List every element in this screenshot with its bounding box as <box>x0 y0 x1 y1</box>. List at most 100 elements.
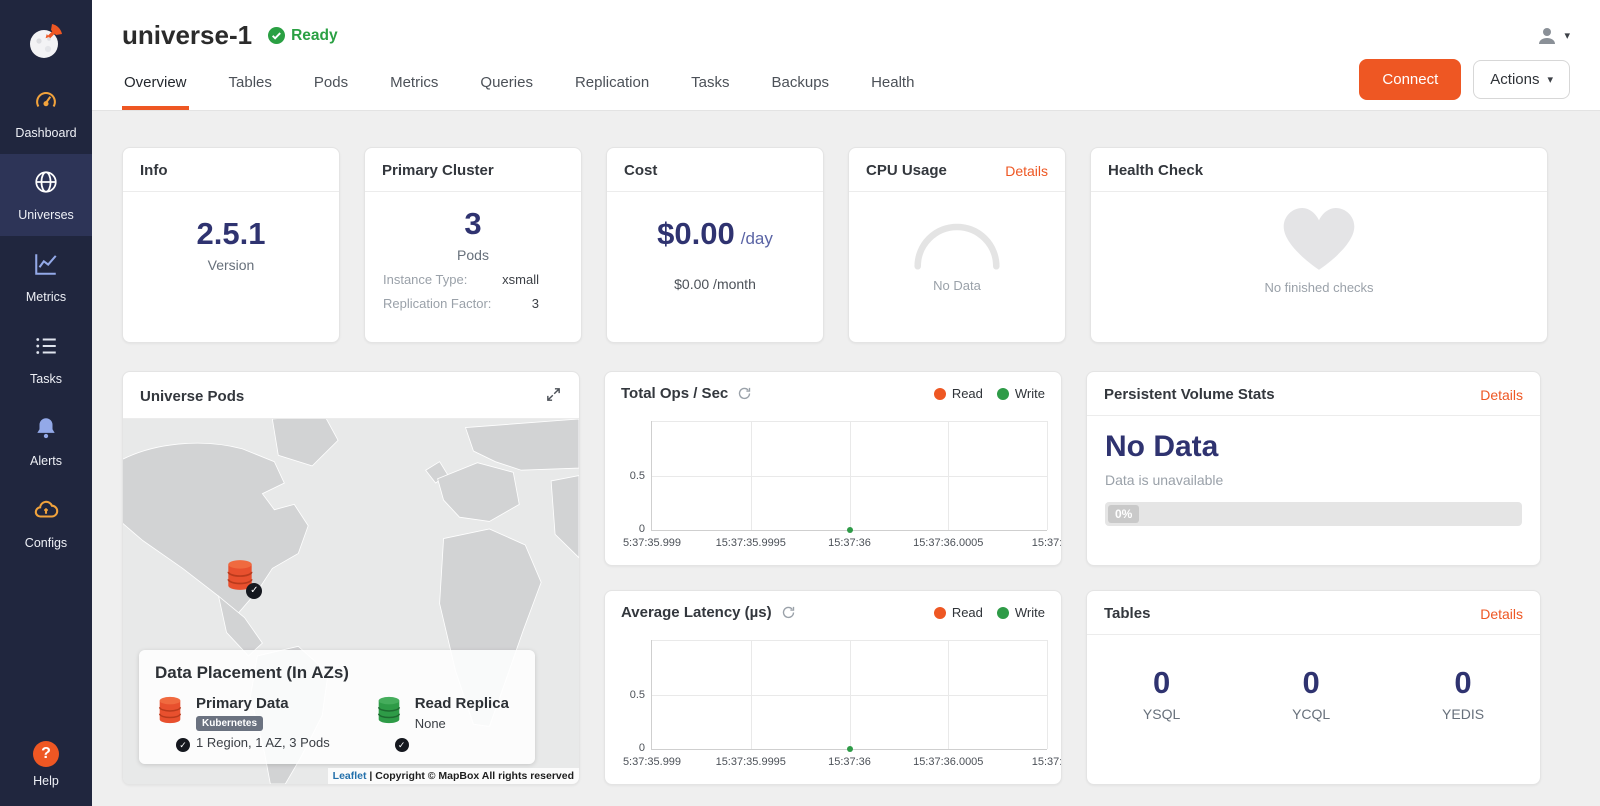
card-title: CPU Usage <box>866 162 947 179</box>
sidebar-item-configs[interactable]: Configs <box>0 482 92 564</box>
card-title: Tables <box>1104 605 1150 622</box>
legend-write: Write <box>997 386 1045 401</box>
primary-cluster-header: Primary Cluster <box>365 148 581 192</box>
gauge-icon <box>33 87 59 118</box>
world-map[interactable]: ✓ Data Placement (In AZs) <box>123 419 579 784</box>
sidebar-item-universes[interactable]: Universes <box>0 154 92 236</box>
pv-details-link[interactable]: Details <box>1480 387 1523 403</box>
tab-bar: Overview Tables Pods Metrics Queries Rep… <box>122 59 916 110</box>
x-tick: 15:37:36.0005 <box>913 537 983 549</box>
health-check-header: Health Check <box>1091 148 1547 192</box>
x-tick: 15:37:36 <box>828 756 871 768</box>
content: Info 2.5.1 Version Primary Cluster 3 Pod… <box>92 111 1600 806</box>
sidebar-item-help[interactable]: ? Help <box>0 727 92 806</box>
yedis-count: 0 <box>1454 665 1471 701</box>
data-placement-title: Data Placement (In AZs) <box>155 663 519 683</box>
card-title: Info <box>140 162 168 179</box>
write-data-point <box>847 527 853 533</box>
replication-factor-row: Replication Factor: 3 <box>365 296 581 311</box>
gridline <box>1047 421 1048 530</box>
pv-percent-chip: 0% <box>1108 505 1139 523</box>
chart-legend: Read Write <box>934 605 1045 620</box>
chart-plot: 0.5 0 5:37:35.999 15:37:35.9995 15:37:36… <box>651 421 1047 531</box>
title-row: universe-1 Ready ▾ <box>122 0 1570 51</box>
x-tick: 15:37: <box>1032 537 1062 549</box>
card-title: Health Check <box>1108 162 1203 179</box>
y-tick: 0 <box>639 742 645 754</box>
x-tick: 5:37:35.999 <box>623 756 681 768</box>
detail-row: Universe Pods <box>122 371 1570 785</box>
tab-health[interactable]: Health <box>869 59 916 110</box>
sidebar-item-metrics[interactable]: Metrics <box>0 236 92 318</box>
version-value: 2.5.1 <box>197 216 266 252</box>
legend-write-label: Write <box>1015 386 1045 401</box>
sidebar-item-dashboard[interactable]: Dashboard <box>0 72 92 154</box>
instance-type-row: Instance Type: xsmall <box>365 272 581 287</box>
status-badge: Ready <box>268 27 338 45</box>
status-text: Ready <box>291 27 338 45</box>
sidebar-nav: Dashboard Universes Metrics <box>0 72 92 564</box>
health-check-card: Health Check No finished checks <box>1090 147 1548 343</box>
chart-legend: Read Write <box>934 386 1045 401</box>
total-ops-card: Total Ops / Sec Read <box>604 371 1062 566</box>
tab-backups[interactable]: Backups <box>770 59 832 110</box>
page-title: universe-1 <box>122 20 252 51</box>
legend-read-label: Read <box>952 386 983 401</box>
cpu-usage-header: CPU Usage Details <box>849 148 1065 192</box>
gridline <box>751 421 752 530</box>
x-tick: 15:37: <box>1032 756 1062 768</box>
read-replica-block: ✓ Read Replica None <box>374 695 509 750</box>
gridline <box>948 640 949 749</box>
user-icon <box>1535 24 1559 48</box>
replica-database-icon: ✓ <box>374 695 404 750</box>
pods-label: Pods <box>457 247 489 263</box>
user-menu[interactable]: ▾ <box>1535 24 1570 48</box>
sidebar-spacer <box>0 564 92 727</box>
actions-button[interactable]: Actions ▾ <box>1473 60 1570 99</box>
primary-cluster-card: Primary Cluster 3 Pods Instance Type: xs… <box>364 147 582 343</box>
write-dot-icon <box>997 388 1009 400</box>
sidebar-item-label: Dashboard <box>15 126 76 140</box>
gridline <box>850 640 851 749</box>
instance-type-label: Instance Type: <box>383 272 467 287</box>
ysql-count: 0 <box>1153 665 1170 701</box>
write-dot-icon <box>997 607 1009 619</box>
ycql-stat: 0 YCQL <box>1292 665 1330 722</box>
sidebar-item-label: Metrics <box>26 290 66 304</box>
cpu-details-link[interactable]: Details <box>1005 163 1048 179</box>
card-title: Cost <box>624 162 657 179</box>
app-logo[interactable] <box>0 0 92 72</box>
y-tick: 0.5 <box>630 689 645 701</box>
sidebar-item-alerts[interactable]: Alerts <box>0 400 92 482</box>
list-icon <box>33 333 59 364</box>
chevron-down-icon: ▾ <box>1547 73 1553 86</box>
tab-queries[interactable]: Queries <box>478 59 535 110</box>
leaflet-link[interactable]: Leaflet <box>333 770 367 782</box>
tab-tables[interactable]: Tables <box>227 59 274 110</box>
refresh-icon[interactable] <box>781 605 796 620</box>
connect-button[interactable]: Connect <box>1359 59 1461 100</box>
gridline <box>850 421 851 530</box>
tab-metrics[interactable]: Metrics <box>388 59 440 110</box>
refresh-icon[interactable] <box>737 386 752 401</box>
chart-title: Total Ops / Sec <box>621 385 728 402</box>
kubernetes-badge: Kubernetes <box>196 716 263 731</box>
gridline <box>751 640 752 749</box>
primary-data-text: Primary Data Kubernetes 1 Region, 1 AZ, … <box>196 695 330 750</box>
info-card: Info 2.5.1 Version <box>122 147 340 343</box>
tables-details-link[interactable]: Details <box>1480 606 1523 622</box>
tab-pods[interactable]: Pods <box>312 59 350 110</box>
sidebar-item-tasks[interactable]: Tasks <box>0 318 92 400</box>
ysql-stat: 0 YSQL <box>1143 665 1180 722</box>
tab-tasks[interactable]: Tasks <box>689 59 731 110</box>
check-circle-icon <box>268 27 285 44</box>
kubernetes-pod-marker[interactable]: ✓ <box>223 558 257 597</box>
sidebar: Dashboard Universes Metrics <box>0 0 92 806</box>
pv-usage-bar: 0% <box>1105 502 1522 526</box>
tab-overview[interactable]: Overview <box>122 59 189 110</box>
check-badge-icon: ✓ <box>246 583 262 599</box>
chart-title: Average Latency (µs) <box>621 604 772 621</box>
expand-icon[interactable] <box>545 386 562 406</box>
ycql-count: 0 <box>1303 665 1320 701</box>
tab-replication[interactable]: Replication <box>573 59 651 110</box>
